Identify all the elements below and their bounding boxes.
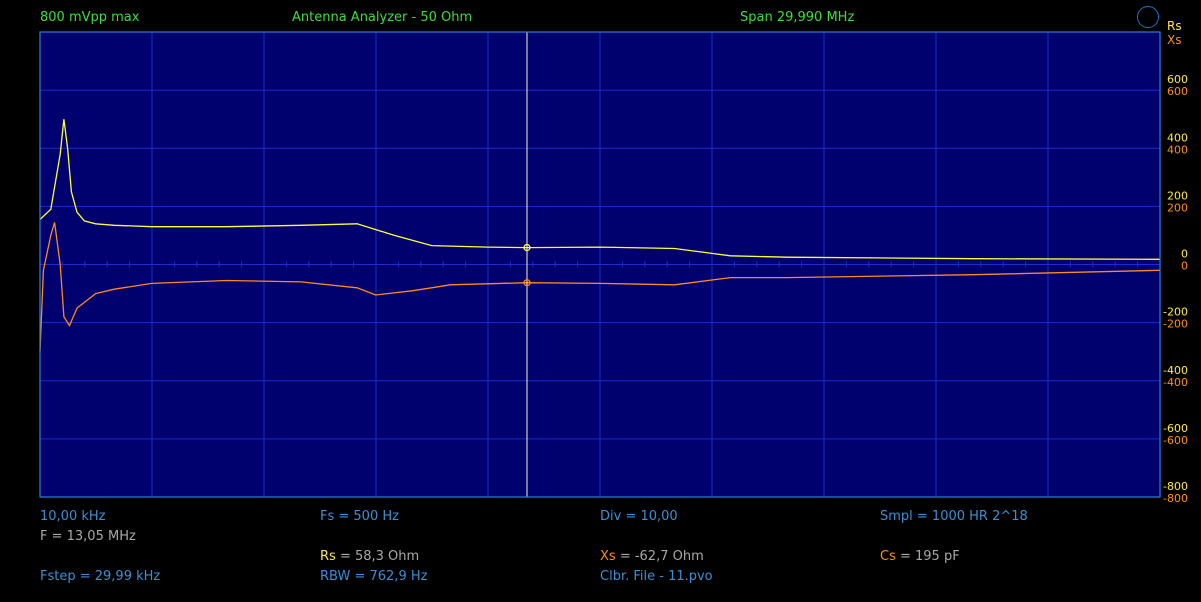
cs-readout-value: = 195 pF	[895, 549, 960, 564]
cursor-frequency: F = 13,05 MHz	[40, 529, 136, 544]
rs-readout-value: = 58,3 Ohm	[335, 549, 420, 564]
fs-label: Fs = 500 Hz	[320, 509, 399, 524]
legend-rs: Rs	[1167, 19, 1182, 33]
y-tick-label-xs: -200	[1163, 318, 1188, 331]
rs-readout-name: Rs	[320, 549, 336, 564]
rbw-label: RBW = 762,9 Hz	[320, 569, 428, 584]
smpl-label: Smpl = 1000 HR 2^18	[880, 509, 1028, 524]
xs-readout: Xs = -62,7 Ohm	[600, 549, 704, 564]
y-tick-label-xs: -400	[1163, 376, 1188, 389]
y-tick-label-xs: 400	[1167, 143, 1188, 156]
y-tick-label-xs: 600	[1167, 85, 1188, 98]
y-tick-label-xs: -600	[1163, 434, 1188, 447]
circle-status-icon[interactable]	[1137, 6, 1159, 28]
start-frequency: 10,00 kHz	[40, 509, 106, 524]
div-label: Div = 10,00	[600, 509, 678, 524]
cs-readout-name: Cs	[880, 549, 896, 564]
mode-title: Antenna Analyzer - 50 Ohm	[292, 10, 473, 25]
calibration-file: Clbr. File - 11.pvo	[600, 569, 713, 584]
y-tick-label-xs: -800	[1163, 492, 1188, 505]
cs-readout: Cs = 195 pF	[880, 549, 960, 564]
xs-readout-value: = -62,7 Ohm	[615, 549, 704, 564]
amplitude-label: 800 mVpp max	[40, 10, 140, 25]
fstep-label: Fstep = 29,99 kHz	[40, 569, 161, 584]
rs-readout: Rs = 58,3 Ohm	[320, 549, 419, 564]
y-tick-labels: 60060040040020020000-200-200-400-400-600…	[1163, 73, 1188, 505]
xs-readout-name: Xs	[600, 549, 616, 564]
y-tick-label-xs: 0	[1181, 260, 1188, 273]
legend-xs: Xs	[1167, 33, 1182, 47]
y-tick-label-xs: 200	[1167, 201, 1188, 214]
span-label: Span 29,990 MHz	[740, 10, 855, 25]
